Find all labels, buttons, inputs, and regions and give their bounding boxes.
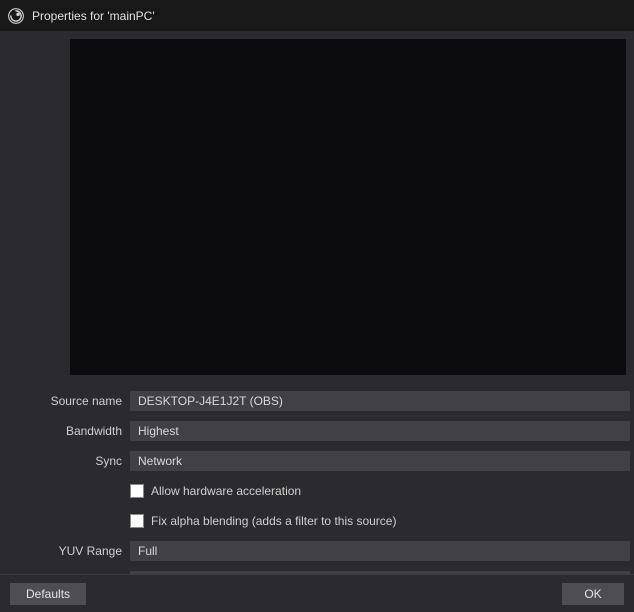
window-title: Properties for 'mainPC' (32, 9, 155, 23)
obs-icon (8, 8, 24, 24)
yuv-range-value: Full (138, 544, 157, 558)
preview-canvas[interactable] (70, 39, 626, 375)
bottom-bar: Defaults OK (0, 574, 634, 612)
ok-button[interactable]: OK (562, 583, 624, 605)
alpha-fix-checkbox[interactable] (130, 514, 144, 528)
bandwidth-value: Highest (138, 424, 179, 438)
bandwidth-label: Bandwidth (10, 424, 130, 438)
sync-value: Network (138, 454, 182, 468)
hw-accel-label: Allow hardware acceleration (151, 484, 301, 498)
source-name-label: Source name (10, 394, 130, 408)
preview-area (10, 39, 632, 375)
sync-select[interactable]: Network (130, 451, 630, 471)
defaults-button[interactable]: Defaults (10, 583, 86, 605)
preview-sidebar (10, 39, 70, 375)
alpha-fix-checkbox-row[interactable]: Fix alpha blending (adds a filter to thi… (130, 511, 630, 531)
hw-accel-checkbox[interactable] (130, 484, 144, 498)
yuv-range-label: YUV Range (10, 544, 130, 558)
yuv-range-select[interactable]: Full (130, 541, 630, 561)
source-name-select[interactable]: DESKTOP-J4E1J2T (OBS) (130, 391, 630, 411)
alpha-fix-label: Fix alpha blending (adds a filter to thi… (151, 514, 396, 528)
sync-label: Sync (10, 454, 130, 468)
bandwidth-select[interactable]: Highest (130, 421, 630, 441)
source-name-value: DESKTOP-J4E1J2T (OBS) (138, 394, 283, 408)
hw-accel-checkbox-row[interactable]: Allow hardware acceleration (130, 481, 630, 501)
titlebar: Properties for 'mainPC' (0, 0, 634, 31)
